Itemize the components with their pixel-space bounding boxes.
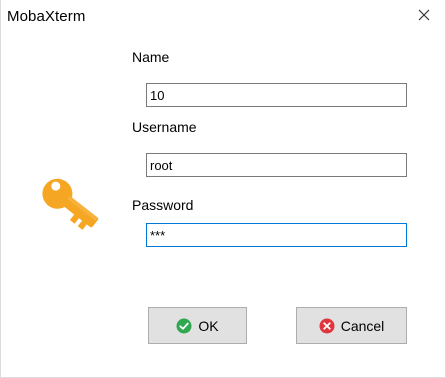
close-icon [417,8,431,27]
window-title: MobaXterm [7,8,86,25]
name-label: Name [132,49,170,65]
username-field[interactable] [146,153,407,177]
x-circle-icon [319,318,335,334]
login-dialog: MobaXterm Name Username Password [0,0,446,378]
check-circle-icon [176,318,192,334]
key-icon [37,175,103,237]
name-field[interactable] [146,83,407,107]
password-label: Password [132,197,194,213]
password-field[interactable] [146,223,407,247]
ok-label: OK [198,317,219,334]
cancel-label: Cancel [340,317,385,334]
ok-button[interactable]: OK [148,307,247,344]
username-label: Username [132,119,197,135]
close-button[interactable] [413,6,435,28]
cancel-button[interactable]: Cancel [296,307,407,344]
